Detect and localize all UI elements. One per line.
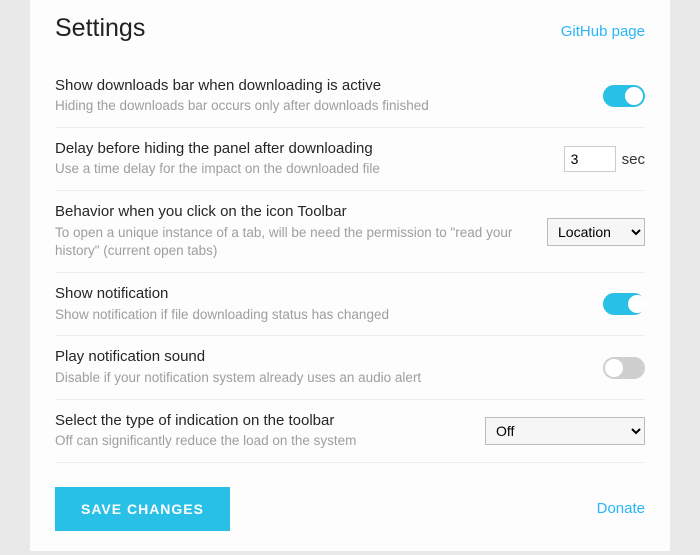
behavior-desc: To open a unique instance of a tab, will… [55, 224, 535, 262]
notification-desc: Show notification if file downloading st… [55, 306, 591, 325]
indication-label: Select the type of indication on the too… [55, 411, 473, 431]
sound-label: Play notification sound [55, 347, 591, 367]
row-behavior: Behavior when you click on the icon Tool… [55, 191, 645, 273]
delay-input[interactable] [564, 146, 616, 172]
sound-toggle[interactable] [603, 357, 645, 379]
row-show-downloads-bar: Show downloads bar when downloading is a… [55, 65, 645, 128]
indication-desc: Off can significantly reduce the load on… [55, 432, 473, 451]
behavior-label: Behavior when you click on the icon Tool… [55, 202, 535, 222]
show-bar-toggle[interactable] [603, 85, 645, 107]
donate-link[interactable]: Donate [597, 500, 645, 517]
sound-desc: Disable if your notification system alre… [55, 369, 591, 388]
row-sound: Play notification sound Disable if your … [55, 336, 645, 399]
behavior-select[interactable]: Location [547, 218, 645, 246]
github-link[interactable]: GitHub page [561, 23, 645, 40]
show-bar-desc: Hiding the downloads bar occurs only aft… [55, 97, 591, 116]
notification-label: Show notification [55, 284, 591, 304]
indication-select[interactable]: Off [485, 417, 645, 445]
show-bar-label: Show downloads bar when downloading is a… [55, 76, 591, 96]
delay-desc: Use a time delay for the impact on the d… [55, 160, 552, 179]
page-title: Settings [55, 14, 145, 43]
row-delay: Delay before hiding the panel after down… [55, 128, 645, 191]
save-button[interactable]: SAVE CHANGES [55, 487, 230, 531]
delay-unit: sec [622, 151, 645, 168]
row-notification: Show notification Show notification if f… [55, 273, 645, 336]
notification-toggle[interactable] [603, 293, 645, 315]
row-indication: Select the type of indication on the too… [55, 400, 645, 463]
delay-label: Delay before hiding the panel after down… [55, 139, 552, 159]
